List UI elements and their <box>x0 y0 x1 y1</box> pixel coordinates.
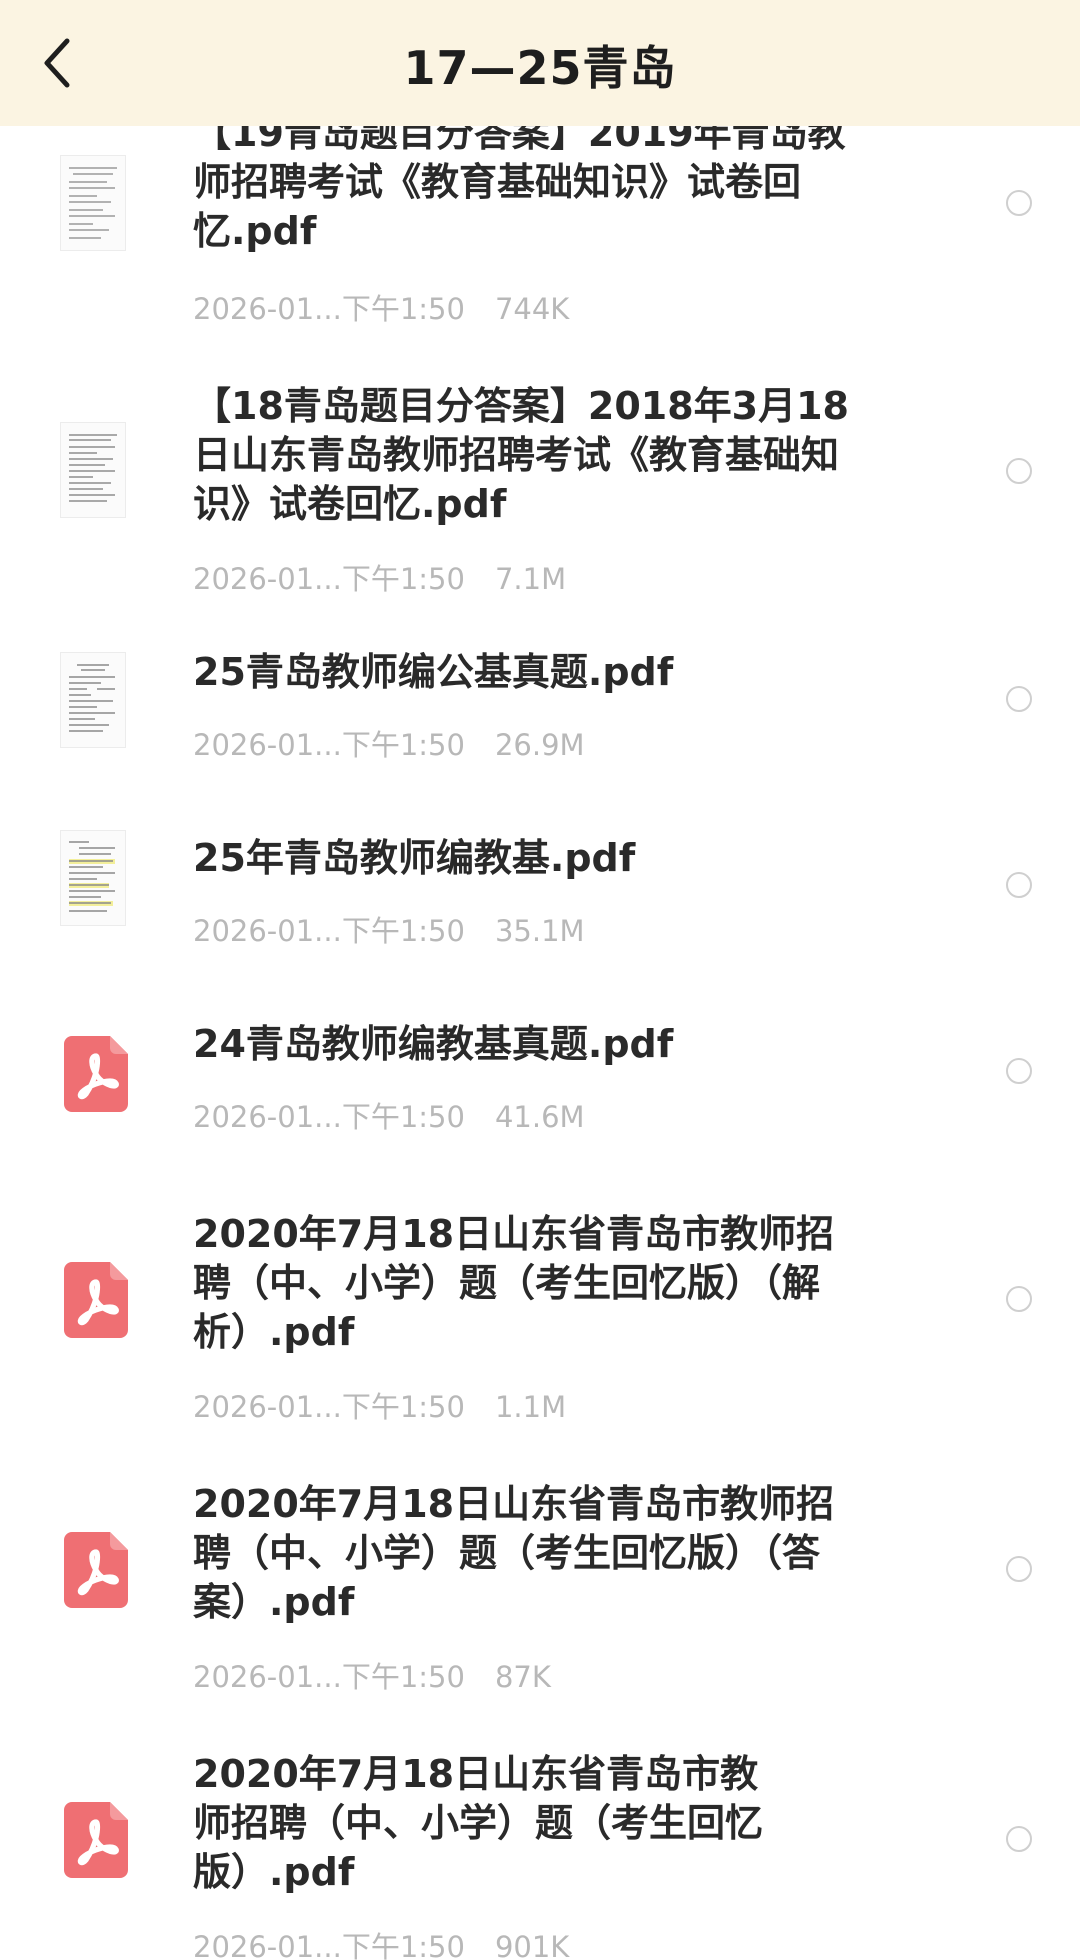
file-size: 87K <box>494 1660 551 1694</box>
file-meta: 2026-01...下午1:50 35.1M <box>193 908 585 950</box>
file-size: 41.6M <box>494 1100 585 1134</box>
file-name: 25青岛教师编公基真题.pdf <box>193 650 674 694</box>
file-meta: 2026-01...下午1:50 41.6M <box>193 1094 585 1136</box>
file-size: 1.1M <box>494 1390 567 1424</box>
file-name: 24青岛教师编教基真题.pdf <box>193 1022 674 1066</box>
select-radio[interactable] <box>1006 1826 1032 1852</box>
file-meta: 2026-01...下午1:50 7.1M <box>193 556 566 598</box>
file-date: 2026-01...下午1:50 <box>193 292 465 326</box>
file-meta: 2026-01...下午1:50 26.9M <box>193 722 585 764</box>
file-name: 2020年7月18日山东省青岛市教师招聘（中、小学）题（考生回忆版）（答案）.p… <box>193 1482 835 1624</box>
file-item[interactable]: 2020年7月18日山东省青岛市教师招聘（中、小学）题（考生回忆版）（答案）.p… <box>0 1438 1080 1708</box>
select-radio[interactable] <box>1006 872 1032 898</box>
file-name: 【18青岛题目分答案】2018年3月18日山东青岛教师招聘考试《教育基础知识》试… <box>193 384 849 526</box>
file-name: 25年青岛教师编教基.pdf <box>193 836 636 880</box>
file-name: 【19青岛题目分答案】2019年青岛教师招聘考试《教育基础知识》试卷回忆.pdf <box>193 111 846 253</box>
file-size: 744K <box>494 292 570 326</box>
select-radio[interactable] <box>1006 1286 1032 1312</box>
file-size: 901K <box>494 1930 570 1960</box>
page-title: 17—25青岛 <box>403 41 677 95</box>
top-nav-bar: 17—25青岛 <box>0 0 1080 126</box>
document-thumbnail-icon <box>60 652 132 752</box>
file-date: 2026-01...下午1:50 <box>193 1660 465 1694</box>
file-item[interactable]: 25青岛教师编公基真题.pdf 2026-01...下午1:50 26.9M <box>0 610 1080 796</box>
file-size: 35.1M <box>494 914 585 948</box>
file-name: 2020年7月18日山东省青岛市教师招聘（中、小学）题（考生回忆版）.pdf <box>193 1752 764 1894</box>
document-thumbnail-icon <box>60 422 132 522</box>
file-size: 7.1M <box>494 562 567 596</box>
file-meta: 2026-01...下午1:50 87K <box>193 1654 551 1696</box>
pdf-icon <box>64 1532 128 1608</box>
document-thumbnail-icon <box>60 155 132 255</box>
file-item[interactable]: 【18青岛题目分答案】2018年3月18日山东青岛教师招聘考试《教育基础知识》试… <box>0 340 1080 610</box>
file-meta: 2026-01...下午1:50 1.1M <box>193 1384 566 1426</box>
file-date: 2026-01...下午1:50 <box>193 562 465 596</box>
file-meta: 2026-01...下午1:50 744K <box>193 286 569 328</box>
select-radio[interactable] <box>1006 1556 1032 1582</box>
file-item[interactable]: 24青岛教师编教基真题.pdf 2026-01...下午1:50 41.6M <box>0 982 1080 1168</box>
select-radio[interactable] <box>1006 1058 1032 1084</box>
document-thumbnail-icon <box>60 830 132 930</box>
file-list-screen: 17—25青岛 【19青岛题目分答案】2019年青岛教师招聘考试《教育基础知识》… <box>0 0 1080 1960</box>
file-date: 2026-01...下午1:50 <box>193 1390 465 1424</box>
pdf-icon <box>64 1262 128 1338</box>
file-name: 2020年7月18日山东省青岛市教师招聘（中、小学）题（考生回忆版）（解析）.p… <box>193 1212 835 1354</box>
file-size: 26.9M <box>494 728 585 762</box>
file-item[interactable]: 2020年7月18日山东省青岛市教师招聘（中、小学）题（考生回忆版）（解析）.p… <box>0 1168 1080 1438</box>
chevron-left-icon <box>44 38 70 88</box>
select-radio[interactable] <box>1006 458 1032 484</box>
file-date: 2026-01...下午1:50 <box>193 1930 465 1960</box>
file-list: 【19青岛题目分答案】2019年青岛教师招聘考试《教育基础知识》试卷回忆.pdf… <box>0 0 1080 1960</box>
file-date: 2026-01...下午1:50 <box>193 728 465 762</box>
file-date: 2026-01...下午1:50 <box>193 914 465 948</box>
file-item[interactable]: 2020年7月18日山东省青岛市教师招聘（中、小学）题（考生回忆版）.pdf 2… <box>0 1708 1080 1960</box>
file-meta: 2026-01...下午1:50 901K <box>193 1924 569 1960</box>
file-item[interactable]: 25年青岛教师编教基.pdf 2026-01...下午1:50 35.1M <box>0 796 1080 982</box>
pdf-icon <box>64 1036 128 1112</box>
back-button[interactable] <box>22 28 92 98</box>
file-date: 2026-01...下午1:50 <box>193 1100 465 1134</box>
pdf-icon <box>64 1802 128 1878</box>
select-radio[interactable] <box>1006 190 1032 216</box>
select-radio[interactable] <box>1006 686 1032 712</box>
